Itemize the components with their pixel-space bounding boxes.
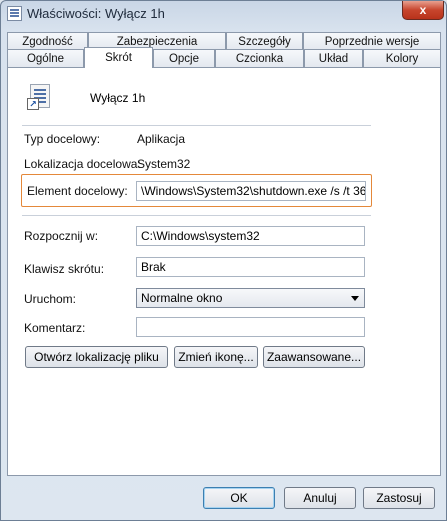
- start-in-label: Rozpocznij w:: [24, 229, 99, 243]
- target-highlight: [21, 174, 372, 207]
- tab-options[interactable]: Opcje: [153, 49, 215, 67]
- chevron-down-icon: [351, 296, 359, 301]
- start-in-field[interactable]: C:\Windows\system32: [136, 226, 365, 246]
- tab-label: Szczegóły: [238, 35, 291, 48]
- separator: [22, 125, 371, 126]
- comment-field[interactable]: [136, 317, 365, 337]
- shortcut-file-icon: [7, 6, 22, 21]
- tab-shortcut[interactable]: Skrót: [84, 47, 153, 68]
- cancel-button[interactable]: Anuluj: [284, 487, 356, 509]
- tab-layout[interactable]: Układ: [304, 49, 363, 67]
- change-icon-button[interactable]: Zmień ikonę...: [174, 346, 258, 368]
- tab-label: Zabezpieczenia: [116, 35, 198, 48]
- tab-label: Ogólne: [26, 52, 65, 65]
- shortcut-key-field[interactable]: Brak: [136, 257, 365, 277]
- comment-label: Komentarz:: [24, 321, 86, 335]
- separator: [22, 215, 371, 216]
- tab-compatibility[interactable]: Zgodność: [7, 32, 88, 50]
- run-select[interactable]: Normalne okno: [136, 288, 365, 308]
- tab-general[interactable]: Ogólne: [7, 49, 84, 67]
- tab-label: Czcionka: [235, 52, 284, 65]
- shortcut-icon: ↗: [24, 84, 52, 112]
- tab-previous-versions[interactable]: Poprzednie wersje: [303, 32, 441, 50]
- target-type-value: Aplikacja: [137, 132, 186, 146]
- window-title: Właściwości: Wyłącz 1h: [27, 6, 165, 21]
- close-button[interactable]: x: [402, 1, 444, 20]
- apply-button[interactable]: Zastosuj: [363, 487, 435, 509]
- tab-label: Poprzednie wersje: [324, 35, 420, 48]
- tab-label: Zgodność: [22, 35, 73, 48]
- ok-button[interactable]: OK: [203, 487, 275, 509]
- run-label: Uruchom:: [24, 292, 77, 306]
- target-location-label: Lokalizacja docelowa:: [24, 157, 141, 171]
- title-bar[interactable]: Właściwości: Wyłącz 1h x: [1, 1, 446, 27]
- close-icon: x: [419, 3, 427, 17]
- tab-label: Kolory: [385, 52, 419, 65]
- tab-label: Skrót: [105, 52, 132, 64]
- shortcut-key-label: Klawisz skrótu:: [24, 262, 105, 276]
- shortcut-arrow-icon: ↗: [27, 98, 39, 110]
- tab-label: Układ: [318, 52, 349, 65]
- shortcut-name: Wyłącz 1h: [90, 91, 146, 105]
- tab-colors[interactable]: Kolory: [363, 49, 441, 67]
- target-type-label: Typ docelowy:: [24, 132, 101, 146]
- tab-details[interactable]: Szczegóły: [226, 32, 303, 50]
- advanced-button[interactable]: Zaawansowane...: [263, 346, 365, 368]
- tab-label: Opcje: [168, 52, 200, 65]
- run-select-value: Normalne okno: [141, 291, 223, 305]
- target-location-value: System32: [137, 157, 191, 171]
- tab-font[interactable]: Czcionka: [215, 49, 304, 67]
- properties-window: Właściwości: Wyłącz 1h x Zgodność Zabezp…: [0, 0, 447, 521]
- open-file-location-button[interactable]: Otwórz lokalizację pliku: [25, 346, 168, 368]
